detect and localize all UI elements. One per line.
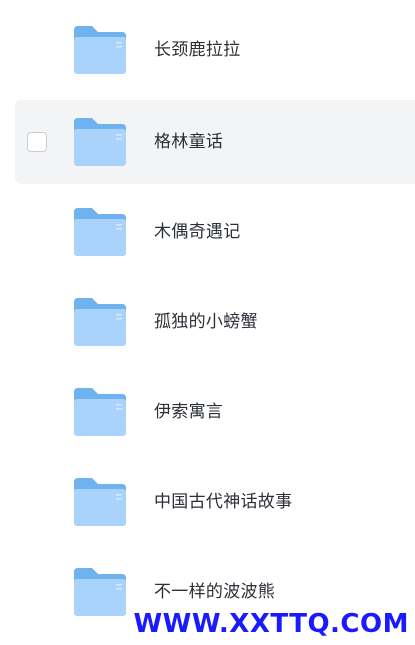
folder-name: 长颈鹿拉拉 bbox=[154, 40, 241, 60]
list-item[interactable]: 中国古代神话故事 bbox=[0, 460, 415, 544]
folder-icon bbox=[72, 24, 128, 76]
list-item[interactable]: 格林童话 bbox=[15, 100, 415, 184]
folder-name: 伊索寓言 bbox=[154, 402, 224, 422]
folder-icon bbox=[72, 476, 128, 528]
folder-icon bbox=[72, 206, 128, 258]
folder-icon bbox=[72, 566, 128, 618]
folder-name: 中国古代神话故事 bbox=[154, 492, 293, 512]
folder-name: 木偶奇遇记 bbox=[154, 222, 241, 242]
folder-icon bbox=[72, 386, 128, 438]
folder-list: 长颈鹿拉拉 格林童话 木偶奇遇记 孤独的小螃蟹 伊索寓言 中国古代神话故事 不一… bbox=[0, 0, 415, 645]
watermark: WWW.XXTTQ.COM bbox=[133, 609, 409, 639]
folder-name: 格林童话 bbox=[154, 132, 224, 152]
list-item[interactable]: 长颈鹿拉拉 bbox=[0, 8, 415, 92]
list-item[interactable]: 木偶奇遇记 bbox=[0, 190, 415, 274]
list-item[interactable]: 孤独的小螃蟹 bbox=[0, 280, 415, 364]
folder-icon bbox=[72, 296, 128, 348]
list-item[interactable]: 伊索寓言 bbox=[0, 370, 415, 454]
folder-name: 孤独的小螃蟹 bbox=[154, 312, 258, 332]
select-checkbox[interactable] bbox=[27, 132, 47, 152]
folder-icon bbox=[72, 116, 128, 168]
